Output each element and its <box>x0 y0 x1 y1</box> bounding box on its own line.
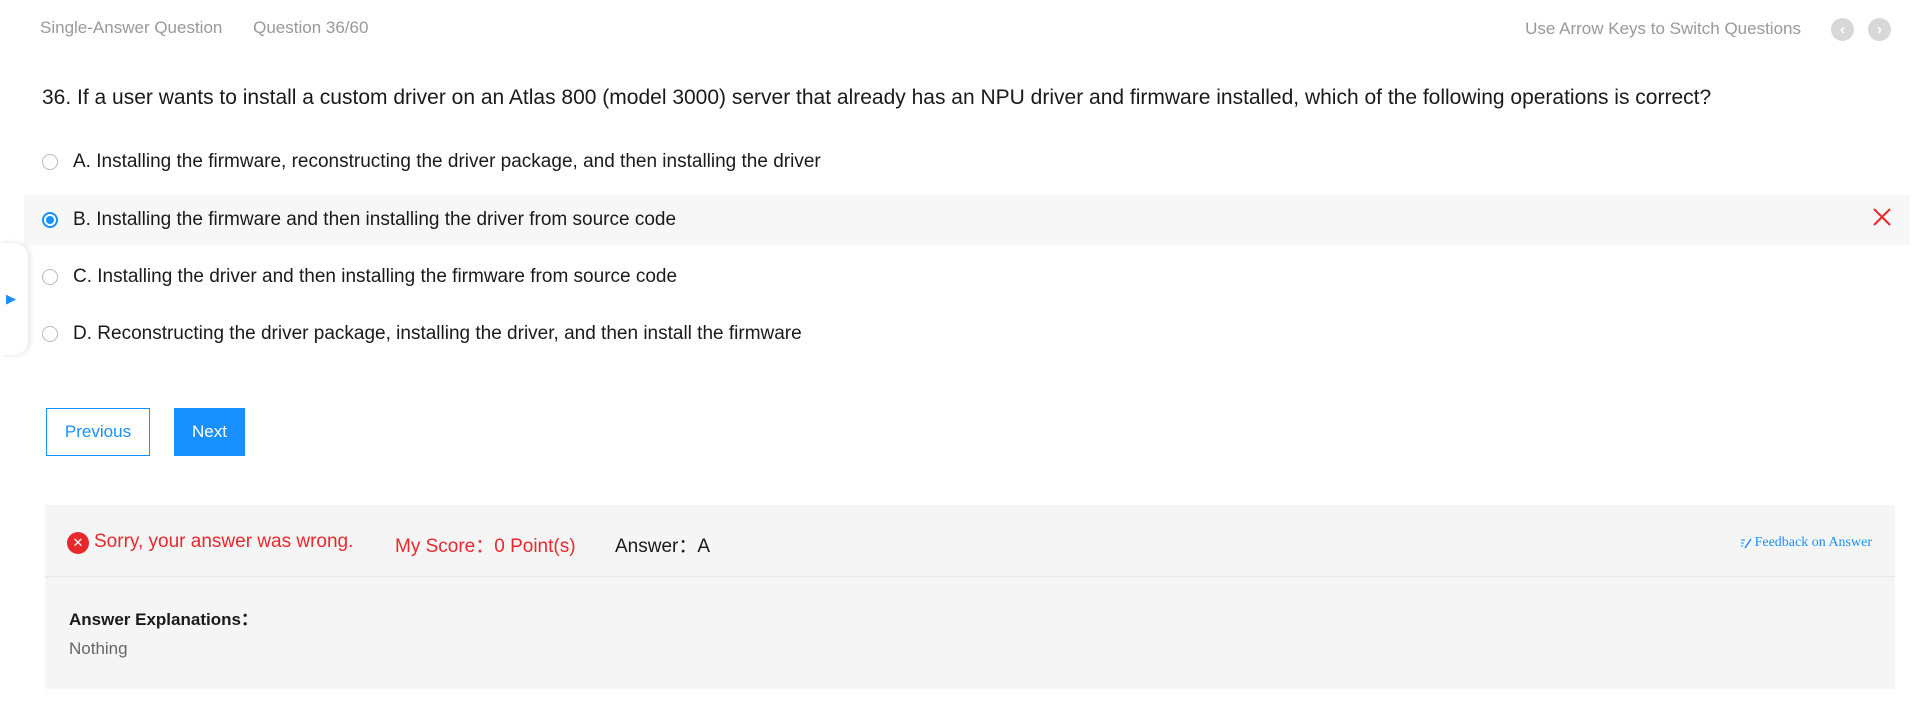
my-score: My Score：0 Point(s) <box>395 536 576 557</box>
question-type-label: Single-Answer Question <box>40 18 223 37</box>
error-icon: ✕ <box>67 532 89 554</box>
feedback-link[interactable]: Feedback on Answer <box>1740 535 1872 551</box>
radio-option-d[interactable] <box>42 326 58 342</box>
next-button[interactable]: Next <box>174 408 245 456</box>
explanation-label: Answer Explanations： <box>69 610 258 629</box>
question-text: 36. If a user wants to install a custom … <box>42 86 1712 109</box>
radio-option-b[interactable] <box>42 212 58 228</box>
question-meta: Single-Answer Question Question 36/60 <box>40 18 394 38</box>
option-a[interactable]: A. Installing the firmware, reconstructi… <box>24 137 1910 187</box>
option-c-label: C. Installing the driver and then instal… <box>73 266 678 287</box>
option-a-label: A. Installing the firmware, reconstructi… <box>73 151 821 172</box>
feedback-link-label: Feedback on Answer <box>1754 535 1872 550</box>
previous-question-icon[interactable]: ‹ <box>1831 17 1854 41</box>
question-navigation: Use Arrow Keys to Switch Questions ‹ › <box>1525 14 1919 44</box>
correct-answer: Answer：A <box>615 536 711 557</box>
side-panel-toggle[interactable]: ▶ <box>0 243 28 355</box>
wrong-answer-icon <box>1873 208 1891 226</box>
next-question-icon[interactable]: › <box>1868 17 1891 41</box>
option-b[interactable]: B. Installing the firmware and then inst… <box>24 195 1910 245</box>
option-b-label: B. Installing the firmware and then inst… <box>73 209 677 230</box>
option-d[interactable]: D. Reconstructing the driver package, in… <box>24 309 1910 359</box>
expand-arrow-icon: ▶ <box>6 291 16 306</box>
edit-icon <box>1740 538 1752 549</box>
radio-option-a[interactable] <box>42 154 58 170</box>
result-status-text: Sorry, your answer was wrong. <box>94 531 354 552</box>
explanation-text: Nothing <box>69 639 128 658</box>
question-progress: Question 36/60 <box>253 18 369 37</box>
option-d-label: D. Reconstructing the driver package, in… <box>73 323 802 344</box>
result-summary: ✕ Sorry, your answer was wrong. My Score… <box>45 505 1895 577</box>
result-panel: ✕ Sorry, your answer was wrong. My Score… <box>45 505 1895 689</box>
option-c[interactable]: C. Installing the driver and then instal… <box>24 252 1910 302</box>
top-bar: Single-Answer Question Question 36/60 Us… <box>0 0 1919 58</box>
radio-option-c[interactable] <box>42 269 58 285</box>
arrow-keys-hint: Use Arrow Keys to Switch Questions <box>1525 19 1801 38</box>
previous-button[interactable]: Previous <box>46 408 150 456</box>
